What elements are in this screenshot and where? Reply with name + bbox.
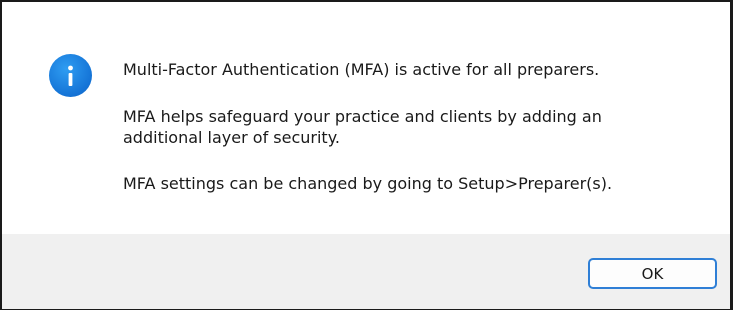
mfa-benefit-line-2: additional layer of security. [123,128,340,147]
mfa-active-message: Multi-Factor Authentication (MFA) is act… [123,60,600,79]
ok-button[interactable]: OK [588,258,717,289]
dialog-content: Multi-Factor Authentication (MFA) is act… [2,2,730,234]
mfa-benefit-line-1: MFA helps safeguard your practice and cl… [123,107,602,126]
dialog-footer: OK [2,234,730,309]
message-dialog: Multi-Factor Authentication (MFA) is act… [0,0,733,310]
mfa-benefit-message: MFA helps safeguard your practice and cl… [123,106,602,148]
mfa-settings-message: MFA settings can be changed by going to … [123,174,613,193]
info-icon [49,54,92,97]
